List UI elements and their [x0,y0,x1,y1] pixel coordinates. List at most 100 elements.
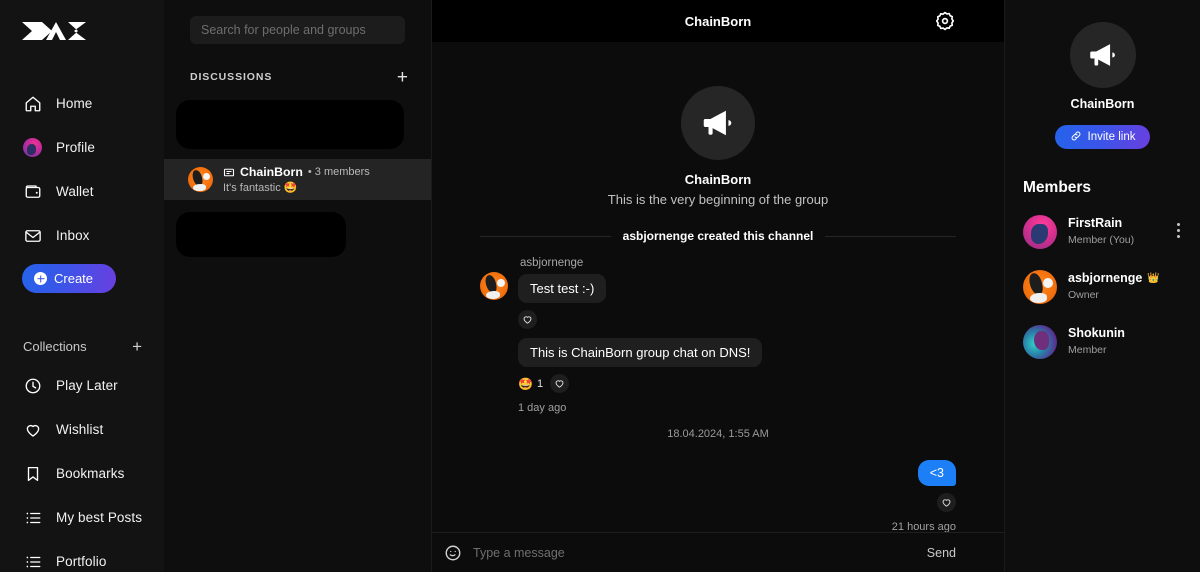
group-name: ChainBorn [1070,97,1135,111]
wallet-icon [23,182,42,201]
reaction-pill[interactable]: 🤩 1 [518,377,543,391]
clock-icon [23,376,42,395]
add-reaction-icon[interactable] [550,374,570,393]
sidebar-item-label: Inbox [56,228,90,243]
redacted-block [176,100,404,149]
discussion-members-count: • 3 members [307,166,370,178]
discussion-preview-text: It's fantastic [223,181,281,194]
message-timestamp: 1 day ago [518,402,567,414]
add-reaction-icon[interactable] [518,310,537,329]
avatar [480,272,508,300]
message-input[interactable] [473,545,916,560]
sidebar-item-label: My best Posts [56,510,143,525]
group-avatar [1069,22,1136,88]
member-name: Shokunin [1068,326,1125,340]
message-bubble[interactable]: This is ChainBorn group chat on DNS! [518,338,763,367]
discussion-list: ChainBorn • 3 members It's fantastic 🤩 [164,100,431,257]
discussion-item-chainborn[interactable]: ChainBorn • 3 members It's fantastic 🤩 [164,159,431,200]
heart-icon [23,420,42,439]
reaction-row [937,493,956,512]
members-header: Members [1023,179,1092,196]
sidebar-item-label: Profile [56,140,95,155]
group-avatar [681,86,755,160]
invite-link-button[interactable]: Invite link [1055,125,1150,149]
invite-link-label: Invite link [1087,131,1136,143]
avatar [188,167,213,192]
brand-logo[interactable] [0,0,164,62]
sidebar-item-label: Bookmarks [56,466,125,481]
discussion-preview: It's fantastic 🤩 [223,181,370,195]
create-button[interactable]: Create [22,264,116,293]
channel-created-divider: asbjornenge created this channel [480,229,957,243]
intro-subtitle: This is the very beginning of the group [607,192,829,207]
message-list[interactable]: ChainBorn This is the very beginning of … [432,42,1004,532]
megaphone-icon [703,110,732,136]
intro-group-name: ChainBorn [684,172,752,187]
collections-header: Collections + [0,338,164,355]
sidebar-item-label: Wishlist [56,422,104,437]
star-struck-emoji: 🤩 [518,376,533,391]
member-name: FirstRain [1068,216,1123,230]
discussions-label: DISCUSSIONS [190,71,273,83]
plus-circle-icon [34,272,47,285]
message-timestamp: 21 hours ago [891,521,956,532]
reaction-row: 🤩 1 [518,374,570,393]
reaction-row [518,310,537,329]
collections-nav: Play Later Wishlist Bookmarks My best Po… [0,370,164,572]
avatar [1023,215,1057,249]
member-row[interactable]: Shokunin Member [1019,321,1186,363]
new-discussion-icon[interactable]: + [397,68,408,87]
channel-intro: ChainBorn This is the very beginning of … [480,42,956,207]
add-collection-icon[interactable]: + [132,338,142,355]
redacted-block [176,212,346,257]
sidebar-item-my-best-posts[interactable]: My best Posts [0,502,164,533]
emoji-icon[interactable] [444,544,462,562]
envelope-icon [23,226,42,245]
collections-label: Collections [23,338,87,354]
bookmark-icon [23,464,42,483]
member-row[interactable]: asbjornenge 👑 Owner [1019,266,1186,308]
message-group-incoming: asbjornenge Test test :-) This is ChainB… [480,257,956,414]
chat-bubble-icon [223,166,235,178]
primary-nav: Home Profile Wallet Inbox [0,88,164,251]
search-container [164,0,431,44]
sidebar-item-play-later[interactable]: Play Later [0,370,164,401]
sidebar-item-label: Home [56,96,93,111]
member-row[interactable]: FirstRain Member (You) [1019,211,1186,253]
left-sidebar: Home Profile Wallet Inbox Create Collect… [0,0,164,572]
sidebar-item-label: Play Later [56,378,118,393]
channel-created-note: asbjornenge created this channel [622,229,814,243]
add-reaction-icon[interactable] [937,493,956,512]
create-button-label: Create [54,271,94,286]
avatar [1023,325,1057,359]
app-root: Home Profile Wallet Inbox Create Collect… [0,0,1200,572]
chat-title: ChainBorn [684,13,752,29]
member-options-icon[interactable] [1177,223,1180,238]
crown-icon: 👑 [1147,272,1160,284]
das-logo-icon [22,22,86,40]
sidebar-item-portfolio[interactable]: Portfolio [0,546,164,572]
sidebar-item-profile[interactable]: Profile [0,132,164,163]
link-icon [1070,130,1082,145]
sidebar-item-wallet[interactable]: Wallet [0,176,164,207]
sidebar-item-home[interactable]: Home [0,88,164,119]
sidebar-item-label: Portfolio [56,554,107,569]
send-button[interactable]: Send [927,546,956,560]
member-role: Member [1068,344,1107,356]
message-bubble[interactable]: Test test :-) [518,274,607,303]
megaphone-icon [1089,44,1115,66]
message-composer: Send [432,532,1004,572]
sidebar-item-inbox[interactable]: Inbox [0,220,164,251]
avatar [1023,270,1057,304]
sidebar-item-bookmarks[interactable]: Bookmarks [0,458,164,489]
avatar-icon [23,138,42,157]
chat-area: ChainBorn ChainBorn This is the very beg… [432,0,1004,572]
sidebar-item-wishlist[interactable]: Wishlist [0,414,164,445]
gear-icon[interactable] [934,10,956,32]
search-input[interactable] [190,16,405,44]
member-name-wrap: asbjornenge 👑 [1068,271,1160,285]
discussion-title: ChainBorn [240,165,303,179]
member-name: asbjornenge [1068,271,1143,285]
member-role: Owner [1068,289,1099,301]
message-bubble[interactable]: <3 [917,460,956,486]
